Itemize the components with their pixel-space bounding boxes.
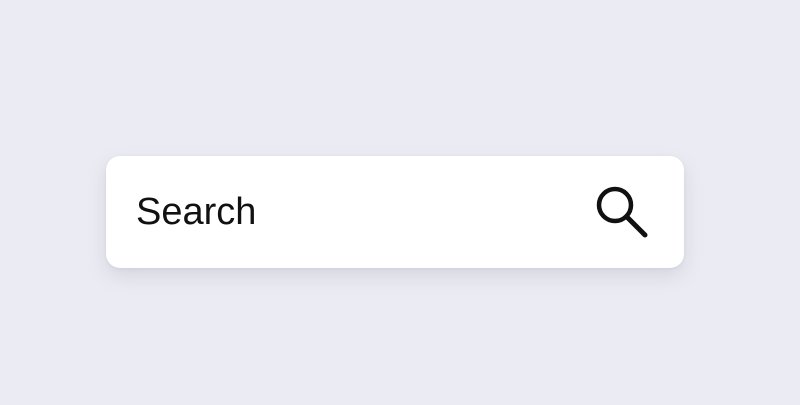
search-input[interactable] xyxy=(136,156,576,268)
search-button[interactable] xyxy=(588,180,658,246)
search-bar xyxy=(106,156,684,268)
search-icon xyxy=(591,181,655,245)
